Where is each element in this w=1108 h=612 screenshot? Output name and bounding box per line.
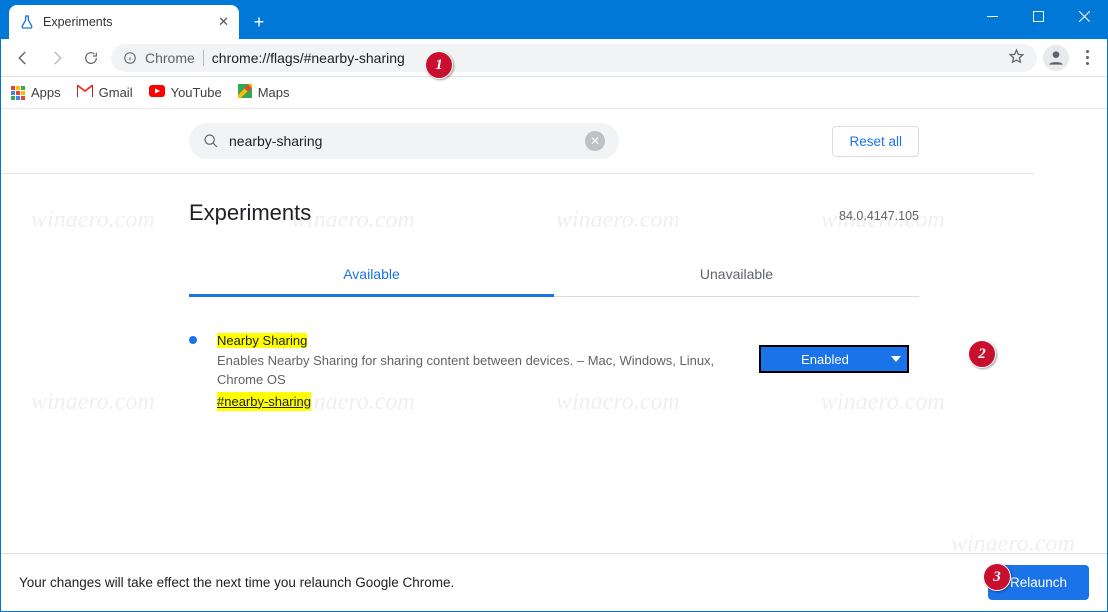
chrome-version: 84.0.4147.105 <box>839 209 919 223</box>
window-titlebar: Experiments ✕ + <box>1 1 1107 39</box>
tab-close-icon[interactable]: ✕ <box>218 14 229 30</box>
bookmark-star-icon[interactable] <box>1008 48 1025 68</box>
tab-title: Experiments <box>43 15 112 29</box>
forward-button[interactable] <box>43 44 71 72</box>
annotation-callout-3: 3 <box>983 563 1011 591</box>
omnibox-scheme: Chrome <box>145 50 195 66</box>
relaunch-footer: Your changes will take effect the next t… <box>1 553 1107 611</box>
search-icon <box>203 133 219 149</box>
tab-unavailable[interactable]: Unavailable <box>554 254 919 296</box>
annotation-callout-2: 2 <box>968 340 996 368</box>
bookmarks-bar: Apps Gmail YouTube Maps <box>1 77 1107 109</box>
youtube-icon <box>149 85 165 100</box>
omnibox-url: chrome://flags/#nearby-sharing <box>212 50 405 66</box>
flag-state-select[interactable]: Enabled <box>759 345 909 373</box>
footer-message: Your changes will take effect the next t… <box>19 575 454 590</box>
apps-shortcut[interactable]: Apps <box>11 85 61 100</box>
apps-icon <box>11 86 25 100</box>
flag-description: Enables Nearby Sharing for sharing conte… <box>217 353 714 388</box>
browser-toolbar: Chrome chrome://flags/#nearby-sharing <box>1 39 1107 77</box>
annotation-callout-1: 1 <box>425 51 453 79</box>
flag-changed-dot-icon <box>189 336 197 344</box>
apps-label: Apps <box>31 85 61 100</box>
chrome-menu-button[interactable] <box>1075 50 1099 65</box>
flag-item: Nearby Sharing Enables Nearby Sharing fo… <box>189 331 919 411</box>
bookmark-gmail[interactable]: Gmail <box>77 85 133 100</box>
gmail-icon <box>77 85 93 100</box>
browser-tab[interactable]: Experiments ✕ <box>9 5 239 39</box>
flask-icon <box>19 14 35 30</box>
address-bar[interactable]: Chrome chrome://flags/#nearby-sharing <box>111 44 1037 72</box>
flags-tabs: Available Unavailable <box>189 254 919 297</box>
youtube-label: YouTube <box>171 85 222 100</box>
bookmark-youtube[interactable]: YouTube <box>149 85 222 100</box>
profile-avatar[interactable] <box>1043 45 1069 71</box>
bookmark-maps[interactable]: Maps <box>238 84 290 101</box>
reload-button[interactable] <box>77 44 105 72</box>
maps-icon <box>238 84 252 101</box>
new-tab-button[interactable]: + <box>245 8 273 36</box>
clear-search-icon[interactable]: ✕ <box>585 131 605 151</box>
gmail-label: Gmail <box>99 85 133 100</box>
window-controls <box>969 1 1107 31</box>
minimize-button[interactable] <box>969 1 1015 31</box>
flag-title: Nearby Sharing <box>217 333 307 348</box>
omnibox-separator <box>203 50 204 66</box>
search-value: nearby-sharing <box>229 133 575 149</box>
site-info-icon <box>123 51 137 65</box>
reset-all-button[interactable]: Reset all <box>832 126 919 157</box>
flags-search-input[interactable]: nearby-sharing ✕ <box>189 123 619 159</box>
flag-anchor-link[interactable]: #nearby-sharing <box>217 392 311 412</box>
maximize-button[interactable] <box>1015 1 1061 31</box>
maps-label: Maps <box>258 85 290 100</box>
page-title: Experiments <box>189 200 311 226</box>
back-button[interactable] <box>9 44 37 72</box>
close-window-button[interactable] <box>1061 1 1107 31</box>
tab-available[interactable]: Available <box>189 254 554 297</box>
page-content: nearby-sharing ✕ Reset all Experiments 8… <box>1 109 1107 553</box>
